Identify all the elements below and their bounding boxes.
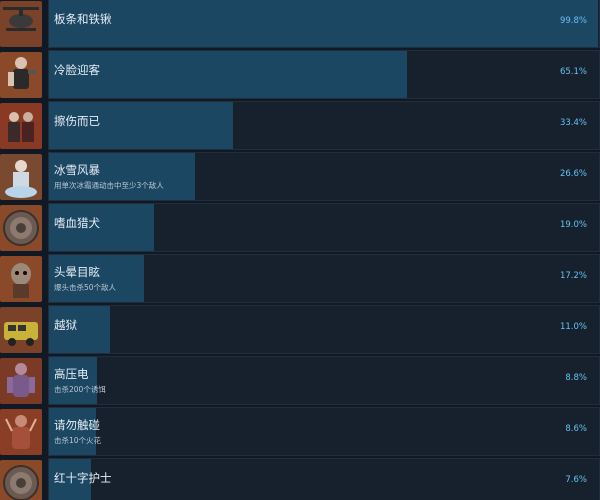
helicopter-icon: [0, 1, 42, 47]
achievement-title: 擦伤而已: [54, 114, 100, 128]
achievement-title: 越狱: [54, 318, 77, 332]
achievement-title: 头晕目眩: [54, 265, 100, 279]
achievement-row: 请勿触碰击杀10个火花 8.6%: [0, 407, 600, 458]
progress-bar-track: 擦伤而已 33.4%: [48, 101, 600, 150]
progress-bar-track: 冰雪风暴用单次冰霜通动击中至少3个敌人 26.6%: [48, 152, 600, 201]
medal-coin-icon: [0, 460, 42, 500]
progress-bar-track: 高压电击杀200个诱饵 8.8%: [48, 356, 600, 405]
progress-bar-track: 板条和铁锹 99.8%: [48, 0, 600, 48]
progress-bar-fill: [49, 51, 408, 98]
armored-vehicle-icon: [0, 307, 42, 353]
unlock-percentage: 8.8%: [565, 373, 587, 383]
frost-survivor-icon: [0, 154, 42, 200]
progress-bar-fill: [49, 0, 598, 47]
achievement-title: 红十字护士: [54, 471, 112, 485]
unlock-percentage: 26.6%: [559, 169, 587, 179]
progress-bar-track: 嗜血猎犬 19.0%: [48, 203, 600, 252]
spark-creature-icon: [0, 409, 42, 455]
survivor-group-icon: [0, 103, 42, 149]
unlock-percentage: 33.4%: [559, 118, 587, 128]
progress-bar-track: 越狱 11.0%: [48, 305, 600, 354]
mutant-icon: [0, 358, 42, 404]
progress-bar-track: 头晕目眩爆头击杀50个敌人 17.2%: [48, 254, 600, 303]
achievement-title: 嗜血猎犬: [54, 216, 100, 230]
achievement-list: 板条和铁锹 99.8% 冷脸迎客 65.1% 擦伤而已 33.4% 冰雪风暴用单次冰霜通动击…: [0, 0, 600, 500]
achievement-row: 红十字护士 7.6%: [0, 458, 600, 500]
achievement-row: 越狱 11.0%: [0, 305, 600, 356]
achievement-description: 击杀200个诱饵: [54, 385, 106, 394]
achievement-row: 嗜血猎犬 19.0%: [0, 203, 600, 254]
medal-coin-icon: [0, 205, 42, 251]
achievement-title: 冷脸迎客: [54, 63, 100, 77]
unlock-percentage: 8.6%: [565, 424, 587, 434]
achievement-description: 爆头击杀50个敌人: [54, 283, 117, 292]
progress-bar-track: 红十字护士 7.6%: [48, 458, 600, 500]
achievement-title: 板条和铁锹: [54, 12, 112, 26]
achievement-row: 头晕目眩爆头击杀50个敌人 17.2%: [0, 254, 600, 305]
unlock-percentage: 19.0%: [559, 220, 587, 230]
achievement-row: 冷脸迎客 65.1%: [0, 50, 600, 101]
achievement-row: 擦伤而已 33.4%: [0, 101, 600, 152]
survivor-icon: [0, 52, 42, 98]
achievement-row: 冰雪风暴用单次冰霜通动击中至少3个敌人 26.6%: [0, 152, 600, 203]
achievement-title: 请勿触碰: [54, 418, 100, 432]
unlock-percentage: 11.0%: [559, 322, 587, 332]
zombie-head-icon: [0, 256, 42, 302]
achievement-row: 板条和铁锹 99.8%: [0, 0, 600, 50]
progress-bar-track: 请勿触碰击杀10个火花 8.6%: [48, 407, 600, 456]
achievement-title: 冰雪风暴: [54, 163, 100, 177]
unlock-percentage: 99.8%: [559, 16, 587, 26]
achievement-description: 用单次冰霜通动击中至少3个敌人: [54, 181, 164, 190]
unlock-percentage: 17.2%: [559, 271, 587, 281]
progress-bar-track: 冷脸迎客 65.1%: [48, 50, 600, 99]
achievement-description: 击杀10个火花: [54, 436, 102, 445]
unlock-percentage: 7.6%: [565, 475, 587, 485]
achievement-title: 高压电: [54, 367, 89, 381]
unlock-percentage: 65.1%: [559, 67, 587, 77]
achievement-row: 高压电击杀200个诱饵 8.8%: [0, 356, 600, 407]
